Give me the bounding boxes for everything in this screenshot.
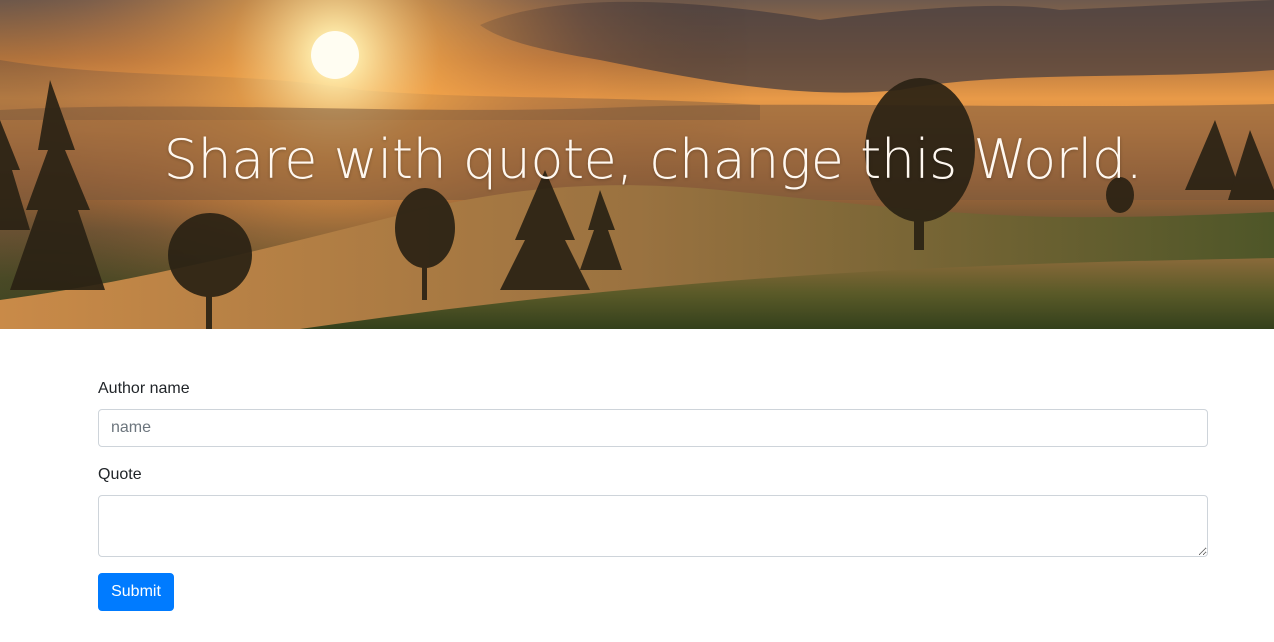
hero-title: Share with quote, change this World. xyxy=(163,128,1143,191)
author-name-label: Author name xyxy=(98,380,190,397)
author-name-input[interactable] xyxy=(98,409,1208,447)
submit-button[interactable]: Submit xyxy=(98,573,174,611)
hero-banner: Share with quote, change this World. xyxy=(0,0,1274,329)
quote-label: Quote xyxy=(98,466,142,483)
quote-textarea[interactable] xyxy=(98,495,1208,557)
